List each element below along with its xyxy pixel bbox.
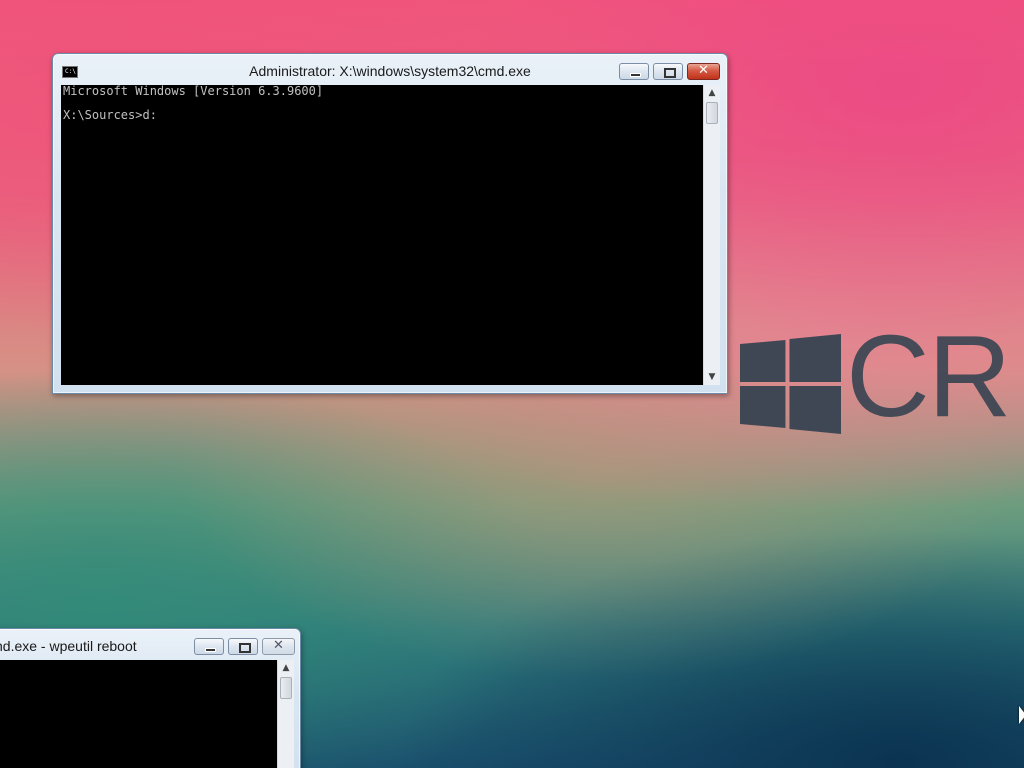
- minimize-icon: [205, 648, 216, 652]
- scroll-thumb[interactable]: [706, 102, 718, 124]
- vertical-scrollbar[interactable]: ▲: [277, 660, 294, 768]
- maximize-icon: [664, 68, 676, 78]
- minimize-button[interactable]: [619, 63, 649, 80]
- minimize-icon: [630, 73, 641, 77]
- minimize-button[interactable]: [194, 638, 224, 655]
- scroll-up-icon[interactable]: ▲: [704, 85, 720, 101]
- console-output[interactable]: [0, 660, 277, 768]
- close-icon: ✕: [273, 638, 284, 653]
- logo-text: CR: [846, 311, 1012, 441]
- console-line: Microsoft Windows [Version 6.3.9600]: [63, 85, 324, 98]
- close-icon: ✕: [698, 63, 709, 78]
- window-titlebar[interactable]: C:\ Administrator: X:\windows\system32\c…: [53, 54, 727, 85]
- desktop-background: CR C:\ Administrator: X:\windows\system3…: [0, 0, 1024, 768]
- console-prompt-line: X:\Sources>d:: [63, 108, 157, 122]
- close-button[interactable]: ✕: [262, 638, 295, 655]
- wpeutil-window[interactable]: nd.exe - wpeutil reboot ✕ ▲: [0, 628, 301, 768]
- scroll-up-icon[interactable]: ▲: [278, 660, 294, 676]
- console-output[interactable]: Microsoft Windows [Version 6.3.9600] X:\…: [61, 85, 703, 385]
- close-button[interactable]: ✕: [687, 63, 720, 80]
- vertical-scrollbar[interactable]: ▲ ▼: [703, 85, 720, 385]
- scroll-thumb[interactable]: [280, 677, 292, 699]
- cmd-window[interactable]: C:\ Administrator: X:\windows\system32\c…: [52, 53, 728, 394]
- maximize-button[interactable]: [228, 638, 258, 655]
- maximize-button[interactable]: [653, 63, 683, 80]
- mouse-cursor-icon: [1019, 706, 1024, 724]
- maximize-icon: [239, 643, 251, 653]
- scroll-down-icon[interactable]: ▼: [704, 369, 720, 385]
- windows-logo-icon: [740, 334, 841, 434]
- window-titlebar[interactable]: nd.exe - wpeutil reboot ✕: [0, 629, 300, 660]
